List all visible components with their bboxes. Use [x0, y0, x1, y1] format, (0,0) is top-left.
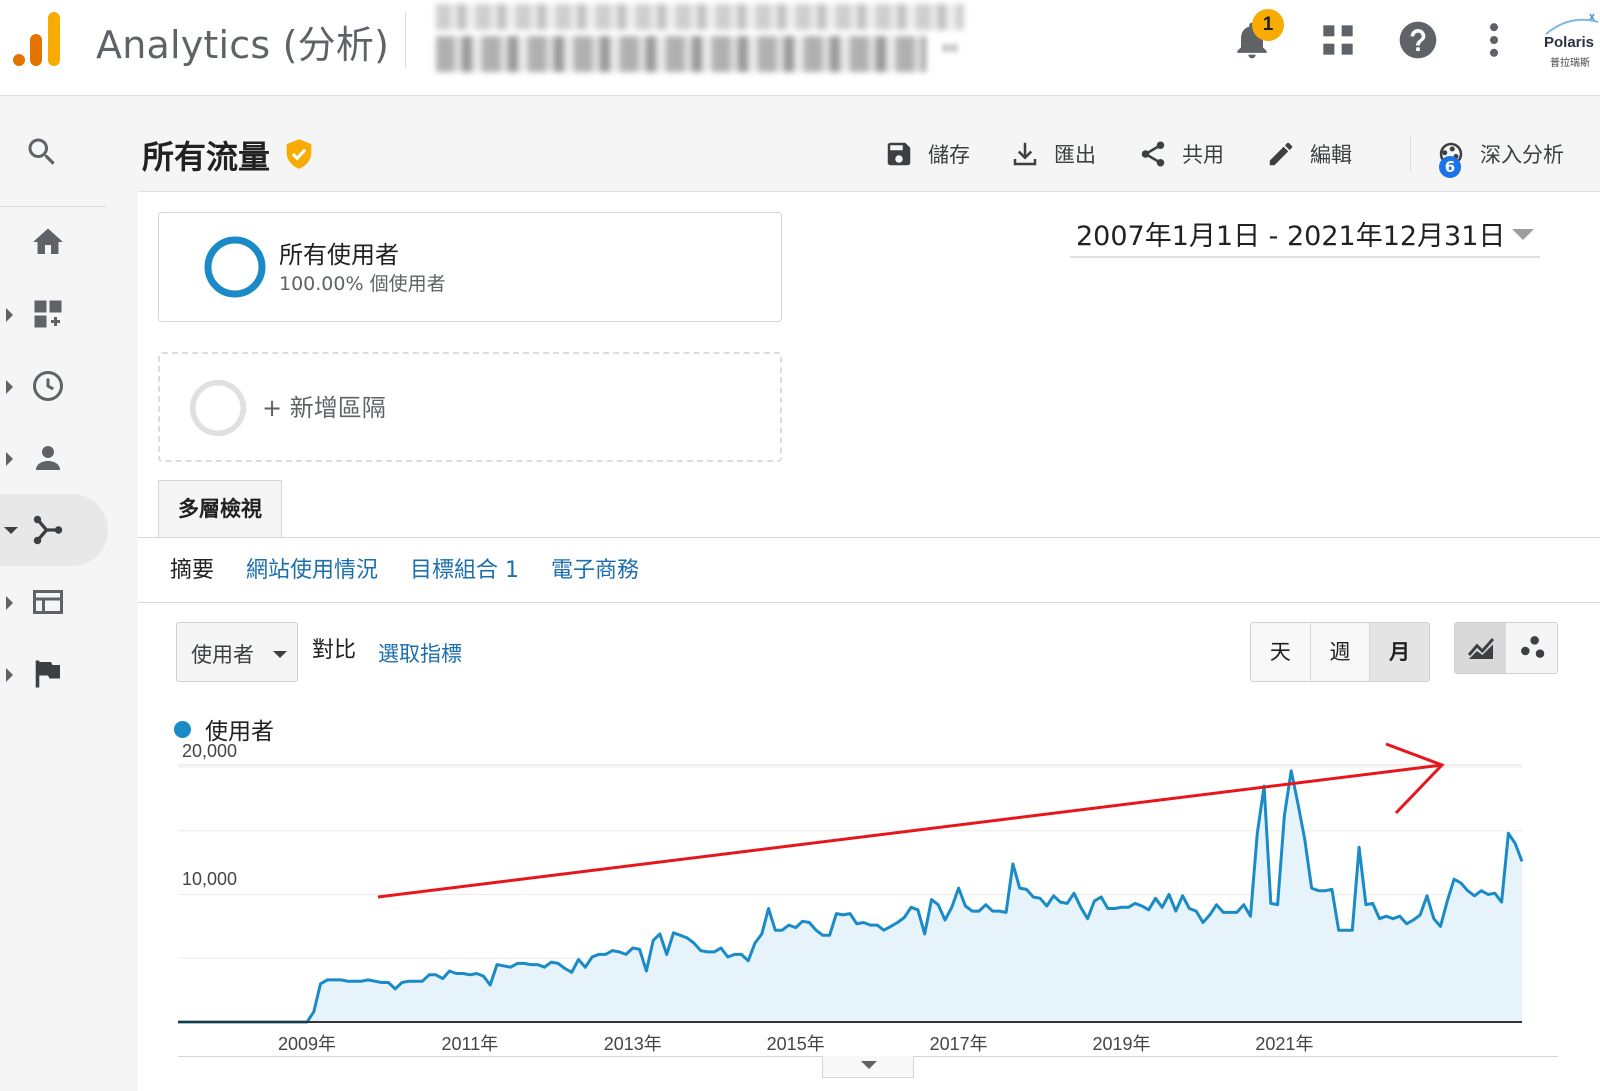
report-header: 所有流量 儲存 匯出 共用 編輯 深入分析 6 [138, 96, 1600, 192]
motion-chart-button[interactable] [1506, 623, 1557, 673]
app-title: Analytics (分析) [96, 23, 390, 67]
title-divider [405, 12, 406, 68]
segment-ring-icon [204, 236, 266, 298]
explorer-subtabs: 摘要 網站使用情況 目標組合 1 電子商務 [170, 552, 639, 584]
page-title: 所有流量 [142, 138, 271, 176]
realtime-clock-icon [33, 371, 63, 401]
segment-name: 所有使用者 [279, 241, 399, 269]
period-month-button[interactable]: 月 [1370, 623, 1429, 681]
polaris-arc-icon [1545, 13, 1599, 35]
acquisition-icon [33, 515, 63, 545]
analytics-logo-icon[interactable] [12, 10, 64, 68]
date-range-caret-icon[interactable] [1512, 229, 1534, 240]
select-metric-link[interactable]: 選取指標 [378, 638, 462, 668]
subtab-summary[interactable]: 摘要 [170, 552, 214, 584]
left-sidebar [0, 96, 138, 1091]
subtab-ecommerce[interactable]: 電子商務 [551, 552, 639, 584]
period-day-button[interactable]: 天 [1251, 623, 1311, 681]
versus-label: 對比 [312, 638, 357, 663]
expand-caret-icon [6, 380, 13, 394]
export-button[interactable]: 匯出 [1010, 134, 1096, 174]
sidebar-item-home[interactable] [0, 206, 108, 278]
expand-caret-icon [6, 596, 13, 610]
account-path-redacted[interactable] [436, 4, 964, 30]
date-range-picker[interactable]: 2007年1月1日 - 2021年12月31日 [1076, 214, 1505, 253]
sidebar-item-realtime[interactable] [0, 350, 108, 422]
x-tick-label: 2019年 [1092, 1034, 1151, 1054]
share-icon [1141, 141, 1165, 167]
x-tick-label: 2009年 [277, 1034, 336, 1054]
notification-badge: 1 [1252, 9, 1284, 41]
save-button[interactable]: 儲存 [884, 134, 970, 174]
y-tick-label: 10,000 [182, 868, 238, 889]
add-segment-button[interactable]: + 新增區隔 [158, 352, 782, 462]
bubble-chart-icon [1521, 636, 1545, 658]
top-bar: Analytics (分析) 1 Polaris 普拉瑞斯 [0, 0, 1600, 96]
sidebar-item-conversions[interactable] [0, 638, 108, 710]
add-segment-label: + 新增區隔 [262, 394, 386, 422]
home-icon [33, 228, 63, 254]
download-icon [1013, 142, 1037, 166]
customization-icon [34, 300, 62, 328]
sidebar-item-customization[interactable] [0, 278, 108, 350]
line-chart-icon [1467, 638, 1495, 659]
chart-expand-handle[interactable] [822, 1056, 914, 1078]
share-label: 共用 [1182, 143, 1224, 167]
x-tick-label: 2013年 [603, 1034, 662, 1054]
help-icon[interactable] [1396, 18, 1440, 62]
actions-divider [1410, 136, 1411, 172]
expand-caret-icon [6, 668, 13, 682]
verified-shield-icon [286, 139, 312, 169]
chart-type-toggle [1454, 622, 1558, 674]
sidebar-item-behavior[interactable] [0, 566, 108, 638]
subtab-goal-set-1[interactable]: 目標組合 1 [410, 552, 519, 584]
insights-count-badge: 6 [1439, 156, 1461, 178]
save-icon [887, 142, 911, 166]
share-button[interactable]: 共用 [1138, 134, 1224, 174]
legend-dot-icon [174, 720, 191, 738]
x-tick-label: 2011年 [441, 1034, 499, 1054]
account-caret-icon[interactable] [942, 44, 958, 52]
period-toggle: 天 週 月 [1250, 622, 1430, 682]
expand-caret-icon [6, 308, 13, 322]
account-view-redacted[interactable] [436, 36, 926, 72]
tab-divider [138, 537, 1600, 538]
sidebar-item-audience[interactable] [0, 422, 108, 494]
audience-person-icon [36, 446, 60, 470]
collapse-caret-icon [4, 527, 18, 534]
save-label: 儲存 [928, 143, 970, 167]
conversions-flag-icon [35, 660, 60, 688]
period-week-button[interactable]: 週 [1310, 623, 1371, 681]
subtab-divider [138, 602, 1600, 603]
edit-label: 編輯 [1310, 143, 1352, 167]
segment-percentage: 100.00% 個使用者 [279, 273, 446, 295]
account-avatar[interactable]: Polaris 普拉瑞斯 [1540, 12, 1600, 70]
subtab-site-usage[interactable]: 網站使用情況 [246, 552, 378, 584]
export-label: 匯出 [1054, 143, 1096, 167]
x-tick-label: 2015年 [766, 1034, 825, 1054]
empty-segment-ring-icon [189, 379, 247, 437]
chevron-down-icon [273, 651, 287, 658]
sidebar-item-acquisition[interactable] [0, 494, 108, 566]
line-chart-button[interactable] [1455, 623, 1506, 673]
metric-dropdown-value: 使用者 [191, 643, 254, 667]
search-icon[interactable] [24, 134, 60, 170]
avatar-name: Polaris [1544, 34, 1595, 51]
insights-label: 深入分析 [1480, 143, 1564, 167]
report-area: 所有流量 儲存 匯出 共用 編輯 深入分析 6 所有使用者 100.00% 個使… [138, 96, 1600, 1091]
x-tick-label: 2021年 [1255, 1034, 1314, 1054]
tab-explorer[interactable]: 多層檢視 [158, 480, 282, 538]
expand-caret-icon [6, 452, 13, 466]
behavior-icon [33, 590, 63, 614]
edit-button[interactable]: 編輯 [1266, 134, 1352, 174]
y-tick-label: 20,000 [182, 741, 238, 761]
apps-grid-icon[interactable] [1316, 18, 1360, 62]
x-tick-label: 2017年 [929, 1034, 988, 1054]
metric-dropdown[interactable]: 使用者 [176, 622, 298, 682]
active-segment-card[interactable]: 所有使用者 100.00% 個使用者 [158, 212, 782, 322]
date-range-underline [1070, 256, 1540, 258]
avatar-subtitle: 普拉瑞斯 [1550, 58, 1590, 69]
pencil-icon [1269, 142, 1293, 166]
more-vert-icon[interactable] [1472, 18, 1516, 62]
